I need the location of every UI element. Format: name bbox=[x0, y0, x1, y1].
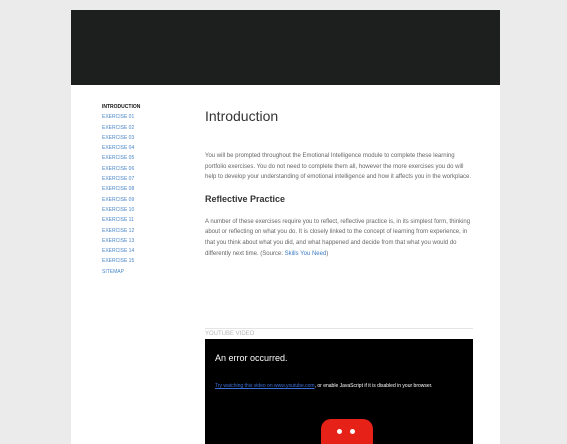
sidebar-item-exercise-06[interactable]: EXERCISE 06 bbox=[102, 164, 182, 174]
page-title: Introduction bbox=[205, 108, 279, 124]
youtube-dot-left bbox=[337, 429, 342, 434]
sidebar-item-sitemap[interactable]: SITEMAP bbox=[102, 267, 182, 277]
sidebar-item-exercise-04[interactable]: EXERCISE 04 bbox=[102, 143, 182, 153]
page-container: INTRODUCTION EXERCISE 01 EXERCISE 02 EXE… bbox=[71, 10, 500, 444]
video-embed[interactable]: An error occurred. Try watching this vid… bbox=[205, 339, 473, 444]
intro-paragraph: You will be prompted throughout the Emot… bbox=[205, 153, 472, 181]
video-error-title: An error occurred. bbox=[215, 353, 288, 363]
sidebar-item-exercise-11[interactable]: EXERCISE 11 bbox=[102, 215, 182, 225]
source-close: ) bbox=[326, 250, 329, 257]
sidebar-item-exercise-14[interactable]: EXERCISE 14 bbox=[102, 246, 182, 256]
sidebar-item-exercise-13[interactable]: EXERCISE 13 bbox=[102, 236, 182, 246]
sidebar-item-introduction[interactable]: INTRODUCTION bbox=[102, 102, 182, 112]
main-content: Introduction You will be prompted throug… bbox=[205, 108, 473, 270]
video-message-rest: , or enable JavaScript if it is disabled… bbox=[314, 383, 433, 389]
youtube-dot-right bbox=[350, 429, 355, 434]
sidebar-item-exercise-12[interactable]: EXERCISE 12 bbox=[102, 226, 182, 236]
youtube-logo-icon[interactable] bbox=[321, 419, 373, 444]
reflective-paragraph: A number of these exercises require you … bbox=[205, 217, 473, 259]
sidebar-item-exercise-15[interactable]: EXERCISE 15 bbox=[102, 256, 182, 266]
reflective-text: A number of these exercises require you … bbox=[205, 218, 471, 257]
sidebar-item-exercise-03[interactable]: EXERCISE 03 bbox=[102, 133, 182, 143]
sidebar-item-exercise-05[interactable]: EXERCISE 05 bbox=[102, 153, 182, 163]
sidebar-nav: INTRODUCTION EXERCISE 01 EXERCISE 02 EXE… bbox=[102, 102, 182, 277]
sidebar-item-exercise-02[interactable]: EXERCISE 02 bbox=[102, 123, 182, 133]
sidebar-item-exercise-07[interactable]: EXERCISE 07 bbox=[102, 174, 182, 184]
sidebar-item-exercise-09[interactable]: EXERCISE 09 bbox=[102, 195, 182, 205]
sidebar-item-exercise-01[interactable]: EXERCISE 01 bbox=[102, 112, 182, 122]
youtube-link[interactable]: Try watching this video on www.youtube.c… bbox=[215, 383, 315, 389]
source-link[interactable]: Skills You Need bbox=[285, 251, 327, 257]
video-label: YOUTUBE VIDEO bbox=[205, 328, 473, 337]
section-heading: Reflective Practice bbox=[205, 193, 286, 204]
sidebar-item-exercise-10[interactable]: EXERCISE 10 bbox=[102, 205, 182, 215]
sidebar-item-exercise-08[interactable]: EXERCISE 08 bbox=[102, 184, 182, 194]
site-header bbox=[71, 10, 500, 85]
video-error-message: Try watching this video on www.youtube.c… bbox=[215, 383, 470, 389]
